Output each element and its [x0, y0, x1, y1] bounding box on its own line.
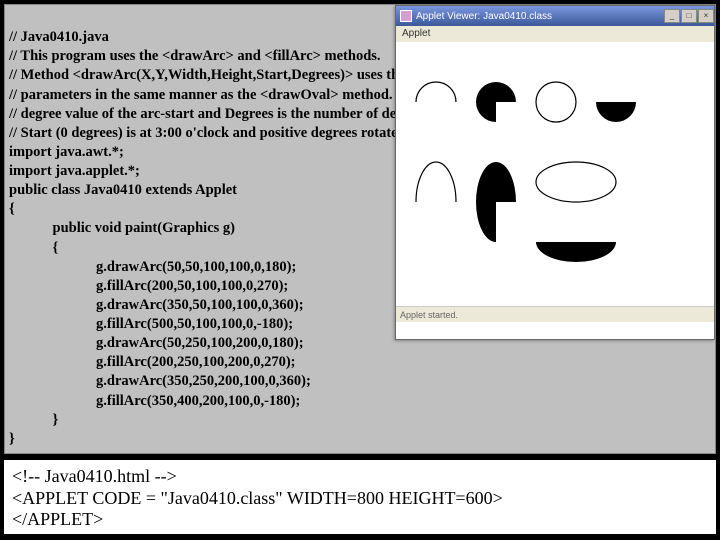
code-line: g.fillArc(200,50,100,100,0,270);: [9, 278, 288, 294]
applet-titlebar: Applet Viewer: Java0410.class _ □ ×: [396, 6, 714, 26]
slide-container: // Java0410.java // This program uses th…: [0, 0, 720, 540]
arc-6: [476, 162, 516, 242]
code-line: g.drawArc(50,50,100,100,0,180);: [9, 259, 296, 275]
code-line: import java.applet.*;: [9, 163, 140, 179]
code-line: {: [9, 201, 15, 217]
code-line: g.fillArc(500,50,100,100,0,-180);: [9, 316, 293, 332]
arc-7: [536, 162, 616, 202]
arc-2: [476, 82, 516, 122]
code-line: }: [9, 431, 15, 447]
window-buttons: _ □ ×: [663, 9, 714, 23]
applet-canvas: Applet started.: [396, 42, 714, 322]
code-line: g.drawArc(50,250,100,200,0,180);: [9, 335, 304, 351]
arc-1: [416, 82, 456, 102]
arc-5: [416, 162, 456, 202]
code-line: public class Java0410 extends Applet: [9, 182, 237, 198]
applet-status: Applet started.: [396, 306, 714, 322]
html-panel: <!-- Java0410.html --> <APPLET CODE = "J…: [4, 460, 716, 534]
code-line: }: [9, 412, 58, 428]
code-line: g.fillArc(200,250,100,200,0,270);: [9, 354, 295, 370]
code-line: {: [9, 240, 58, 256]
arc-4: [596, 102, 636, 122]
java-cup-icon: [400, 10, 412, 22]
arc-3: [536, 82, 576, 122]
code-line: // Java0410.java: [9, 29, 109, 45]
code-line: import java.awt.*;: [9, 144, 124, 160]
code-line: g.drawArc(350,250,200,100,0,360);: [9, 373, 311, 389]
maximize-button[interactable]: □: [681, 9, 697, 23]
code-line: public void paint(Graphics g): [9, 220, 235, 236]
close-button[interactable]: ×: [698, 9, 714, 23]
minimize-button[interactable]: _: [664, 9, 680, 23]
applet-menu[interactable]: Applet: [396, 26, 714, 42]
html-line: <APPLET CODE = "Java0410.class" WIDTH=80…: [12, 488, 708, 510]
applet-viewer-window: Applet Viewer: Java0410.class _ □ × Appl…: [395, 5, 715, 340]
code-panel: // Java0410.java // This program uses th…: [4, 4, 716, 454]
arc-drawing: [396, 42, 716, 322]
code-line: g.fillArc(350,400,200,100,0,-180);: [9, 393, 300, 409]
arc-8: [536, 242, 616, 262]
html-line: </APPLET>: [12, 509, 708, 531]
html-line: <!-- Java0410.html -->: [12, 466, 708, 488]
code-line: g.drawArc(350,50,100,100,0,360);: [9, 297, 304, 313]
code-line: // This program uses the <drawArc> and <…: [9, 48, 381, 64]
applet-title: Applet Viewer: Java0410.class: [416, 11, 552, 22]
